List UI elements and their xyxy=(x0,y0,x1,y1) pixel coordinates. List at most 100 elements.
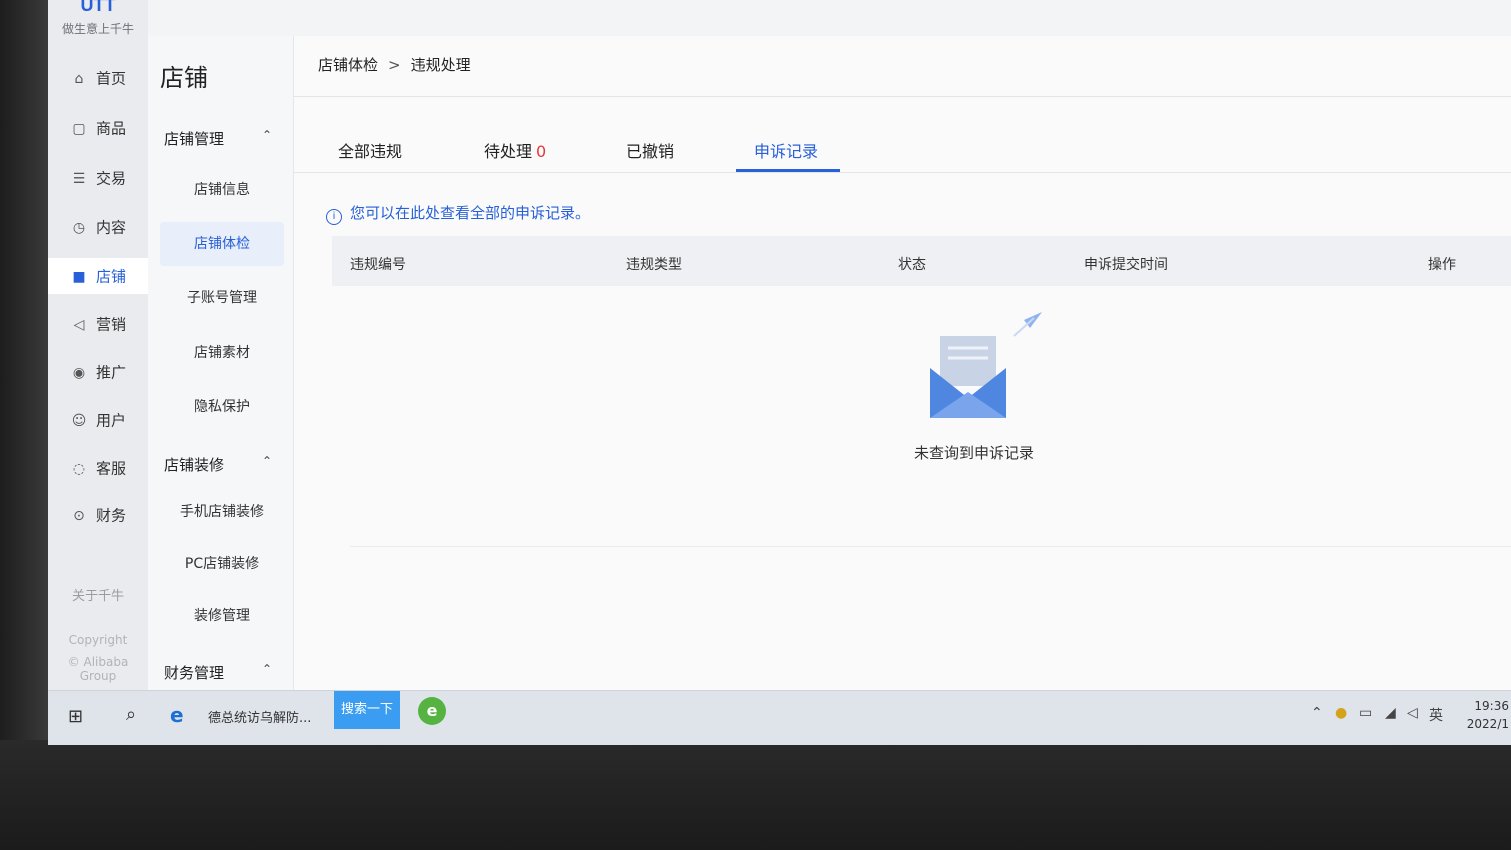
location-pin-icon: ◉ xyxy=(72,365,86,381)
taskbar: ⊞ ⌕ e 德总统访乌解防... 搜索一下 e ⌃ ● ▭ ◢ ◁ 英 19:3… xyxy=(48,690,1511,745)
info-icon: i xyxy=(326,209,342,225)
home-icon: ⌂ xyxy=(74,71,84,87)
empty-state-text: 未查询到申诉记录 xyxy=(913,444,1034,462)
wifi-icon[interactable]: ◢ xyxy=(1385,705,1396,721)
windows-start-icon[interactable]: ⊞ xyxy=(68,706,83,727)
nav-item-label: 营销 xyxy=(96,315,127,334)
nav-item-label: 内容 xyxy=(96,218,127,237)
main-content: 店铺体检 > 违规处理 全部违规 待处理 0 已撤销 申诉记录 i 您可以在此处查看全部… xyxy=(294,36,1511,690)
nav-item-label: 首页 xyxy=(96,69,127,88)
tab-bar: 全部违规 待处理 0 已撤销 申诉记录 xyxy=(294,124,1511,173)
breadcrumb-current: 违规处理 xyxy=(410,56,471,74)
user-icon: ☺ xyxy=(71,413,87,429)
brand-slogan: 做生意上千牛 xyxy=(61,22,134,36)
browser-task-title[interactable]: 德总统访乌解防... xyxy=(208,707,311,726)
system-tray: ⌃ ● ▭ ◢ ◁ 英 19:36 2022/1 xyxy=(1311,699,1511,739)
about-link[interactable]: 关于千牛 xyxy=(48,585,148,604)
active-tab-indicator xyxy=(736,169,840,172)
monitor-bezel-bottom xyxy=(0,740,1511,850)
browser-360-icon[interactable]: e xyxy=(418,697,446,725)
finance-icon: ⊙ xyxy=(73,508,85,524)
nav-item-promotion[interactable]: ◉ 推广 xyxy=(48,354,148,390)
monitor-bezel-left xyxy=(0,0,48,745)
megaphone-icon: ◁ xyxy=(73,317,85,333)
secondary-nav-title: 店铺 xyxy=(160,64,208,92)
tab-pending[interactable]: 待处理 0 xyxy=(484,138,546,162)
info-notice: i 您可以在此处查看全部的申诉记录。 xyxy=(326,202,590,225)
nav-item-goods[interactable]: ▢ 商品 xyxy=(48,110,148,146)
tab-label: 全部违规 xyxy=(338,142,403,161)
clock-time[interactable]: 19:36 xyxy=(1474,699,1509,713)
headset-icon: ◌ xyxy=(72,461,86,477)
breadcrumb-separator: > xyxy=(388,56,401,74)
nav-item-label: 推广 xyxy=(96,363,127,382)
tab-revoked[interactable]: 已撤销 xyxy=(626,138,674,162)
column-header: 操作 xyxy=(1428,257,1456,273)
tab-all-violations[interactable]: 全部违规 xyxy=(338,138,402,162)
nav-item-content[interactable]: ◷ 内容 xyxy=(48,209,148,245)
brand-logo: UTT xyxy=(80,0,116,15)
chevron-up-icon[interactable]: ⌃ xyxy=(262,128,272,142)
nav-item-label: 财务 xyxy=(96,506,127,525)
nav-item-home[interactable]: ⌂ 首页 xyxy=(48,60,148,96)
table-header: 违规编号 违规类型 状态 申诉提交时间 操作 xyxy=(332,236,1511,286)
ie-browser-icon[interactable]: e xyxy=(170,703,184,727)
nav-item-trade[interactable]: ☰ 交易 xyxy=(48,160,148,196)
column-header: 违规类型 xyxy=(626,257,682,273)
sec-item-sub-accounts[interactable]: 子账号管理 xyxy=(160,276,284,320)
tab-appeal-records[interactable]: 申诉记录 xyxy=(754,138,818,162)
store-icon: ■ xyxy=(72,269,86,285)
column-header: 违规编号 xyxy=(350,257,406,273)
nav-item-users[interactable]: ☺ 用户 xyxy=(48,402,148,438)
battery-icon[interactable]: ▭ xyxy=(1359,705,1372,721)
volume-icon[interactable]: ◁ xyxy=(1407,705,1418,721)
nav-item-label: 商品 xyxy=(96,119,127,138)
nav-group-store-management[interactable]: 店铺管理 ⌃ xyxy=(164,128,272,149)
primary-nav: UTT 做生意上千牛 ⌂ 首页 ▢ 商品 ☰ 交易 ◷ 内容 ■ 店铺 ◁ 营销 ◉ 推广 ☺… xyxy=(48,0,148,690)
sec-item-store-checkup[interactable]: 店铺体检 xyxy=(160,222,284,266)
secondary-nav: 店铺 店铺管理 ⌃ 店铺信息 店铺体检 子账号管理 店铺素材 隐私保护 店铺装修… xyxy=(148,36,294,690)
breadcrumb-parent[interactable]: 店铺体检 xyxy=(318,56,378,74)
column-header: 状态 xyxy=(898,257,926,273)
breadcrumb: 店铺体检 > 违规处理 xyxy=(318,54,471,75)
sec-item-store-info[interactable]: 店铺信息 xyxy=(160,168,284,212)
copyright-text: © Alibaba Group xyxy=(67,655,129,683)
search-icon[interactable]: ⌕ xyxy=(126,704,136,725)
nav-item-marketing[interactable]: ◁ 营销 xyxy=(48,306,148,342)
sec-item-mobile-decoration[interactable]: 手机店铺装修 xyxy=(160,490,284,534)
nav-item-finance[interactable]: ⊙ 财务 xyxy=(48,497,148,533)
sec-item-decoration-management[interactable]: 装修管理 xyxy=(160,594,284,638)
nav-item-service[interactable]: ◌ 客服 xyxy=(48,450,148,486)
tab-label: 申诉记录 xyxy=(754,142,819,161)
nav-item-store[interactable]: ■ 店铺 xyxy=(48,258,148,294)
nav-group-label: 店铺管理 xyxy=(164,130,225,148)
trade-icon: ☰ xyxy=(72,171,86,187)
sec-item-privacy[interactable]: 隐私保护 xyxy=(160,385,284,429)
divider xyxy=(294,96,1511,97)
chevron-up-icon[interactable]: ⌃ xyxy=(1311,705,1323,721)
nav-item-label: 交易 xyxy=(96,169,127,188)
nav-item-label: 客服 xyxy=(96,459,127,478)
chevron-up-icon[interactable]: ⌃ xyxy=(262,662,272,676)
tab-label: 待处理 xyxy=(484,142,533,161)
clock-date[interactable]: 2022/1 xyxy=(1467,717,1509,731)
empty-state: 未查询到申诉记录 xyxy=(854,306,1094,486)
info-notice-text: 您可以在此处查看全部的申诉记录。 xyxy=(350,204,591,222)
sec-item-pc-decoration[interactable]: PC店铺装修 xyxy=(160,542,284,586)
sec-item-store-assets[interactable]: 店铺素材 xyxy=(160,331,284,375)
nav-group-label: 财务管理 xyxy=(164,664,225,682)
nav-item-label: 店铺 xyxy=(96,267,127,286)
search-button[interactable]: 搜索一下 xyxy=(334,691,400,729)
copyright-text: Copyright xyxy=(68,633,128,647)
nav-group-store-decoration[interactable]: 店铺装修 ⌃ xyxy=(164,454,272,475)
chevron-up-icon[interactable]: ⌃ xyxy=(262,454,272,468)
nav-item-label: 用户 xyxy=(96,411,127,430)
pending-count-badge: 0 xyxy=(536,142,547,161)
nav-group-finance-management[interactable]: 财务管理 ⌃ xyxy=(164,662,272,683)
tab-label: 已撤销 xyxy=(626,142,675,161)
tray-app-icon[interactable]: ● xyxy=(1335,705,1347,721)
content-icon: ◷ xyxy=(72,220,86,236)
ime-indicator[interactable]: 英 xyxy=(1429,705,1443,725)
goods-icon: ▢ xyxy=(72,121,86,137)
nav-group-label: 店铺装修 xyxy=(164,456,225,474)
